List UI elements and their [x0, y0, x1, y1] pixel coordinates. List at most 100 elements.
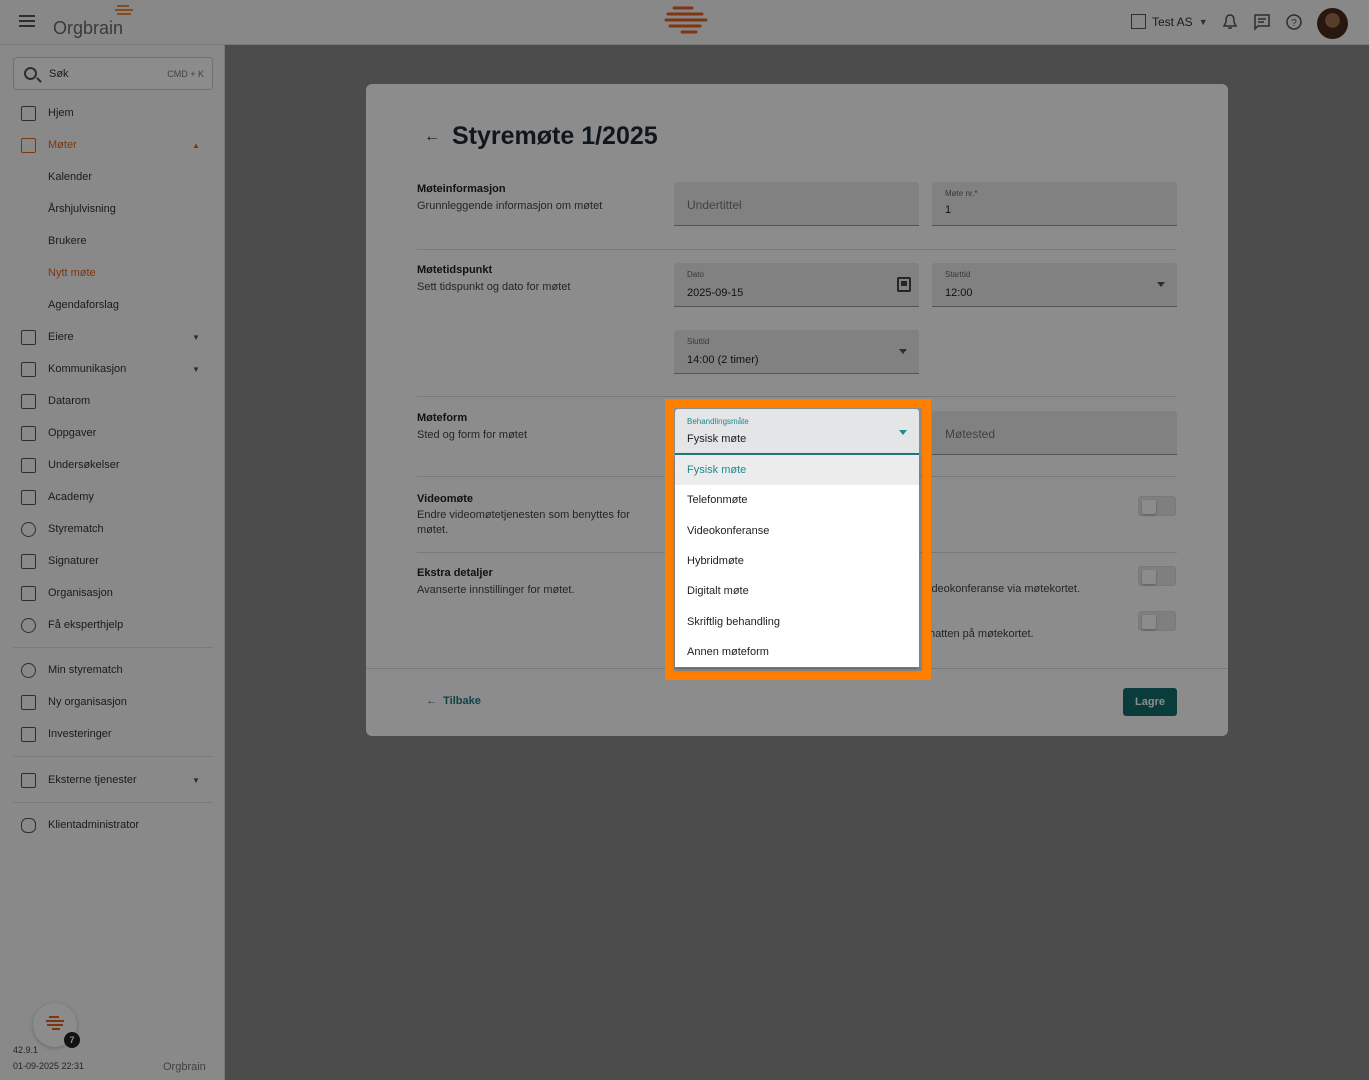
arrow-left-icon[interactable]: ←: [424, 128, 440, 146]
announcement-icon: [21, 361, 36, 377]
option-digitalt-mote[interactable]: Digitalt møte: [675, 576, 919, 606]
sidebar-item-signaturer[interactable]: Signaturer: [0, 546, 224, 576]
sidebar-item-label: Investeringer: [48, 728, 112, 740]
sidebar-item-label: Klientadministrator: [48, 819, 140, 831]
sidebar-item-label: Undersøkelser: [48, 459, 120, 471]
users-icon: [21, 329, 36, 345]
back-label: Tilbake: [443, 695, 481, 707]
meeting-form-select[interactable]: Behandlingsmåte Fysisk møte: [675, 409, 919, 455]
sidebar-item-eiere[interactable]: Eiere ▼: [0, 322, 224, 352]
sidebar-item-oppgaver[interactable]: Oppgaver: [0, 418, 224, 448]
section-subtitle: Avanserte innstillinger for møtet.: [417, 584, 575, 596]
caret-down-icon: [899, 430, 907, 435]
sidebar-item-academy[interactable]: Academy: [0, 482, 224, 512]
section-title: Møteform: [417, 412, 468, 424]
sidebar-item-kalender[interactable]: Kalender: [0, 162, 224, 192]
section-title: Møteinformasjon: [417, 183, 506, 195]
sidebar-item-hjem[interactable]: Hjem: [0, 98, 224, 128]
sidebar-item-undersokelser[interactable]: Undersøkelser: [0, 450, 224, 480]
sidebar: Søk CMD + K Hjem Møter ▲ Kalender Årshjul…: [0, 45, 225, 1080]
chevron-down-icon: ▼: [192, 775, 200, 785]
field-label: Behandlingsmåte: [687, 417, 749, 426]
subtitle-field[interactable]: Undertittel: [674, 182, 919, 226]
meeting-number-field[interactable]: Møte nr.* 1: [932, 182, 1177, 226]
sidebar-item-kommunikasjon[interactable]: Kommunikasjon ▼: [0, 354, 224, 384]
sidebar-item-arshjulvisning[interactable]: Årshjulvisning: [0, 194, 224, 224]
build-date: 01-09-2025 22:31: [13, 1061, 85, 1071]
section-divider: [417, 396, 1177, 397]
sidebar-item-min-styrematch[interactable]: Min styrematch: [0, 655, 224, 685]
option-videokonferanse[interactable]: Videokonferanse: [675, 516, 919, 546]
brain-logo-icon: [46, 1016, 64, 1030]
sidebar-item-label: Styrematch: [48, 523, 104, 535]
sidebar-divider: [13, 647, 213, 648]
section-divider: [417, 249, 1177, 250]
save-button[interactable]: Lagre: [1123, 688, 1177, 716]
organization-switcher[interactable]: Test AS ▼: [1131, 14, 1208, 29]
sidebar-item-nytt-mote[interactable]: Nytt møte: [0, 258, 224, 288]
search-input[interactable]: Søk CMD + K: [13, 57, 213, 90]
caret-down-icon: [1157, 282, 1165, 287]
section-title: Ekstra detaljer: [417, 567, 493, 579]
chat-option-text: hatten på møtekortet.: [929, 628, 1034, 640]
sidebar-item-moter[interactable]: Møter ▲: [0, 130, 224, 160]
field-label: Møte nr.*: [945, 189, 978, 198]
chevron-down-icon: ▼: [1198, 16, 1208, 27]
chat-toggle[interactable]: [1138, 611, 1176, 631]
task-icon: [21, 425, 36, 441]
option-telefonmote[interactable]: Telefonmøte: [675, 485, 919, 515]
chat-icon[interactable]: [1253, 13, 1271, 31]
survey-icon: [21, 457, 36, 473]
sidebar-item-label: Ny organisasjon: [48, 696, 127, 708]
video-meeting-toggle[interactable]: [1138, 496, 1176, 516]
end-time-select[interactable]: Sluttid 14:00 (2 timer): [674, 330, 919, 374]
sidebar-item-investeringer[interactable]: Investeringer: [0, 719, 224, 749]
option-fysisk-mote[interactable]: Fysisk møte: [675, 455, 919, 486]
sidebar-item-brukere[interactable]: Brukere: [0, 226, 224, 256]
calendar-icon[interactable]: [897, 277, 911, 292]
menu-icon[interactable]: [19, 15, 35, 27]
start-time-select[interactable]: Starttid 12:00: [932, 263, 1177, 307]
field-label: Starttid: [945, 270, 971, 279]
sidebar-item-label: Min styrematch: [48, 664, 123, 676]
building-icon: [21, 585, 36, 601]
option-annen-moteform[interactable]: Annen møteform: [675, 637, 919, 667]
shield-icon: [21, 817, 36, 833]
option-skriftlig-behandling[interactable]: Skriftlig behandling: [675, 606, 919, 636]
sidebar-item-label: Få eksperthjelp: [48, 619, 124, 631]
video-conference-option-text: ideokonferanse via møtekortet.: [929, 583, 1081, 595]
add-building-icon: [21, 694, 36, 710]
page-title: Styremøte 1/2025: [452, 122, 658, 150]
home-icon: [21, 105, 36, 121]
section-title: Møtetidspunkt: [417, 264, 493, 276]
sidebar-item-klientadministrator[interactable]: Klientadministrator: [0, 810, 224, 840]
back-button[interactable]: ← Tilbake: [426, 695, 481, 707]
bell-icon[interactable]: [1221, 13, 1239, 31]
section-title: Videomøte: [417, 493, 474, 505]
toggle-circles-icon: [21, 521, 36, 537]
location-field[interactable]: Møtested: [932, 411, 1177, 455]
date-field[interactable]: Dato 2025-09-15: [674, 263, 919, 307]
sidebar-item-label: Signaturer: [48, 555, 99, 567]
video-conference-toggle[interactable]: [1138, 566, 1176, 586]
sidebar-item-datarom[interactable]: Datarom: [0, 386, 224, 416]
sidebar-item-label: Agendaforslag: [48, 299, 119, 311]
sidebar-item-agendaforslag[interactable]: Agendaforslag: [0, 290, 224, 320]
caret-down-icon: [899, 349, 907, 354]
help-icon[interactable]: ?: [1285, 13, 1303, 31]
section-subtitle: Grunnleggende informasjon om møtet: [417, 200, 603, 212]
sidebar-item-label: Årshjulvisning: [48, 203, 116, 215]
sidebar-item-styrematch[interactable]: Styrematch: [0, 514, 224, 544]
option-hybridmote[interactable]: Hybridmøte: [675, 546, 919, 576]
sidebar-item-label: Kalender: [48, 171, 93, 183]
svg-text:?: ?: [1291, 18, 1297, 29]
section-subtitle: Sted og form for møtet: [417, 429, 528, 441]
sidebar-item-organisasjon[interactable]: Organisasjon: [0, 578, 224, 608]
sidebar-item-ny-organisasjon[interactable]: Ny organisasjon: [0, 687, 224, 717]
sidebar-divider: [13, 802, 213, 803]
sidebar-item-eksterne-tjenester[interactable]: Eksterne tjenester ▼: [0, 765, 224, 795]
brand-logo[interactable]: Orgbrain: [53, 5, 133, 39]
sidebar-item-fa-eksperthjelp[interactable]: Få eksperthjelp: [0, 610, 224, 640]
sidebar-item-label: Nytt møte: [48, 267, 96, 279]
avatar[interactable]: [1317, 8, 1348, 39]
